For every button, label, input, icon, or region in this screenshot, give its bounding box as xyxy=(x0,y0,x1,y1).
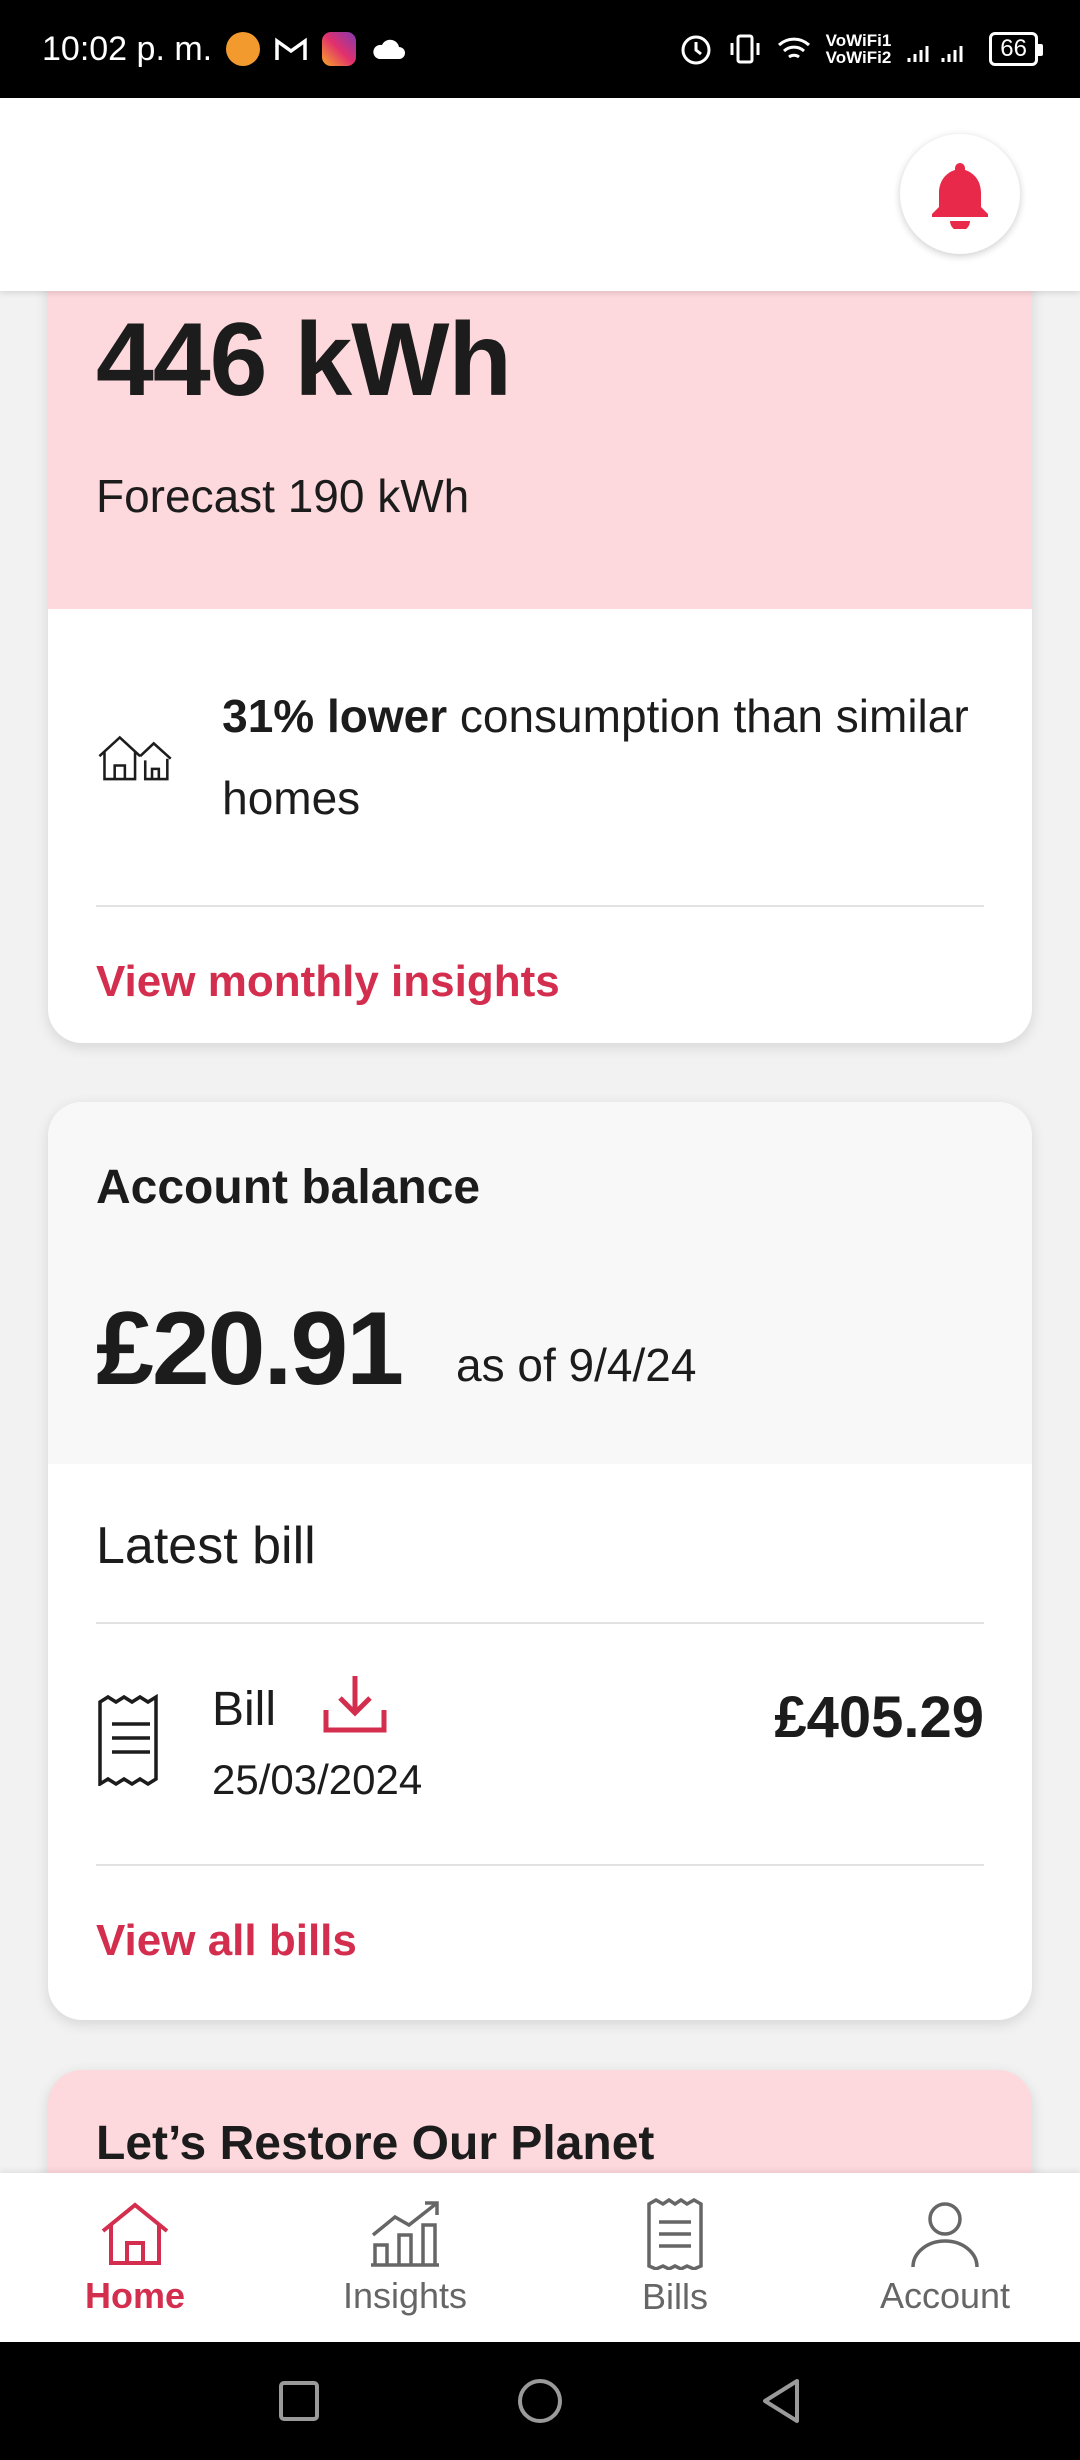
balance-as-of: as of 9/4/24 xyxy=(456,1339,697,1391)
nav-account-label: Account xyxy=(879,2274,1011,2316)
bottom-navigation: Home Insights Bills Account xyxy=(0,2173,1080,2342)
nav-account[interactable]: Account xyxy=(820,2199,1070,2317)
status-bar: 10:02 p. m. VoWiFi1 VoWiFi2 66 xyxy=(0,0,1080,98)
back-icon[interactable] xyxy=(759,2377,803,2425)
instagram-icon xyxy=(322,32,357,66)
balance-title: Account balance xyxy=(96,1161,481,1214)
view-monthly-insights-link[interactable]: View monthly insights xyxy=(48,907,1032,1043)
latest-bill-heading: Latest bill xyxy=(96,1517,316,1575)
system-navigation-bar xyxy=(0,2342,1080,2460)
nav-home-label: Home xyxy=(84,2274,186,2316)
latest-bill-row[interactable]: Bill 25/03/2024 £405.29 xyxy=(48,1624,1032,1864)
home-icon xyxy=(101,2201,169,2265)
houses-icon xyxy=(98,735,172,781)
cloud-icon xyxy=(370,37,406,61)
comparison-text: 31% lower consumption than similar homes xyxy=(222,675,984,839)
account-icon xyxy=(911,2201,979,2267)
nav-bills-label: Bills xyxy=(641,2275,708,2317)
app-notification-icon xyxy=(226,32,261,66)
planet-title: Let’s Restore Our Planet xyxy=(96,2117,655,2170)
comparison-highlight: 31% lower xyxy=(222,690,448,742)
nav-home[interactable]: Home xyxy=(10,2199,260,2317)
comparison-row: 31% lower consumption than similar homes xyxy=(48,609,1032,905)
alarm-icon xyxy=(678,31,714,67)
receipt-icon xyxy=(98,1694,158,1786)
app-header xyxy=(0,98,1080,291)
usage-summary: 446 kWh Forecast 190 kWh xyxy=(48,291,1032,609)
download-icon[interactable] xyxy=(320,1672,390,1736)
bill-label: Bill xyxy=(212,1683,277,1736)
restore-planet-card[interactable]: Let’s Restore Our Planet xyxy=(48,2070,1032,2173)
bell-icon xyxy=(932,163,988,229)
nav-bills[interactable]: Bills xyxy=(550,2197,800,2318)
nav-insights-label: Insights xyxy=(342,2274,468,2316)
nav-insights[interactable]: Insights xyxy=(280,2199,530,2317)
usage-card: 446 kWh Forecast 190 kWh 31% lower consu… xyxy=(48,291,1032,1043)
scroll-content[interactable]: 446 kWh Forecast 190 kWh 31% lower consu… xyxy=(0,291,1080,2173)
balance-amount: £20.91 xyxy=(96,1291,404,1407)
vowifi-2-label: VoWiFi2 xyxy=(825,48,892,67)
view-all-bills-link[interactable]: View all bills xyxy=(48,1866,1032,2016)
notifications-button[interactable] xyxy=(900,134,1020,254)
recent-apps-icon[interactable] xyxy=(277,2379,321,2423)
vowifi-1-label: VoWiFi1 xyxy=(825,31,892,50)
bill-date: 25/03/2024 xyxy=(212,1756,423,1803)
status-time: 10:02 p. m. xyxy=(42,29,213,68)
wifi-icon xyxy=(776,34,812,64)
vibrate-icon xyxy=(728,32,762,66)
bill-amount: £405.29 xyxy=(774,1685,984,1750)
insights-icon xyxy=(371,2200,439,2267)
battery-indicator: 66 xyxy=(989,32,1043,66)
usage-value: 446 kWh xyxy=(96,302,512,418)
gmail-icon xyxy=(274,35,308,63)
home-button-icon[interactable] xyxy=(516,2377,564,2425)
balance-summary: Account balance £20.91 as of 9/4/24 xyxy=(48,1102,1032,1464)
signal-icon xyxy=(905,34,975,64)
usage-forecast: Forecast 190 kWh xyxy=(96,470,470,522)
account-balance-card: Account balance £20.91 as of 9/4/24 Late… xyxy=(48,1102,1032,2020)
bills-icon xyxy=(647,2197,703,2270)
